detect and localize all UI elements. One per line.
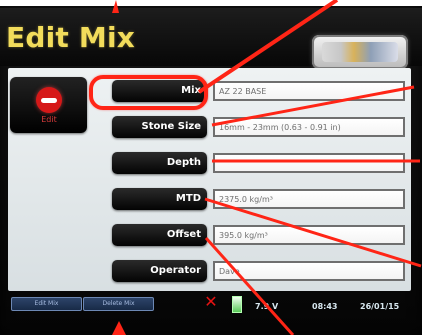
mix-annotation-line (197, 0, 339, 94)
offset-annotation-line (204, 236, 295, 335)
annotation-overlay (112, 0, 422, 335)
stone-size-annotation-line (211, 85, 415, 127)
photo-screen: Edit Mix Edit Mix AZ 22 BASE Stone Size … (0, 0, 422, 335)
top-arrow-icon (112, 0, 119, 13)
mtd-annotation-line (204, 197, 422, 268)
bottom-arrow-icon (112, 321, 126, 335)
